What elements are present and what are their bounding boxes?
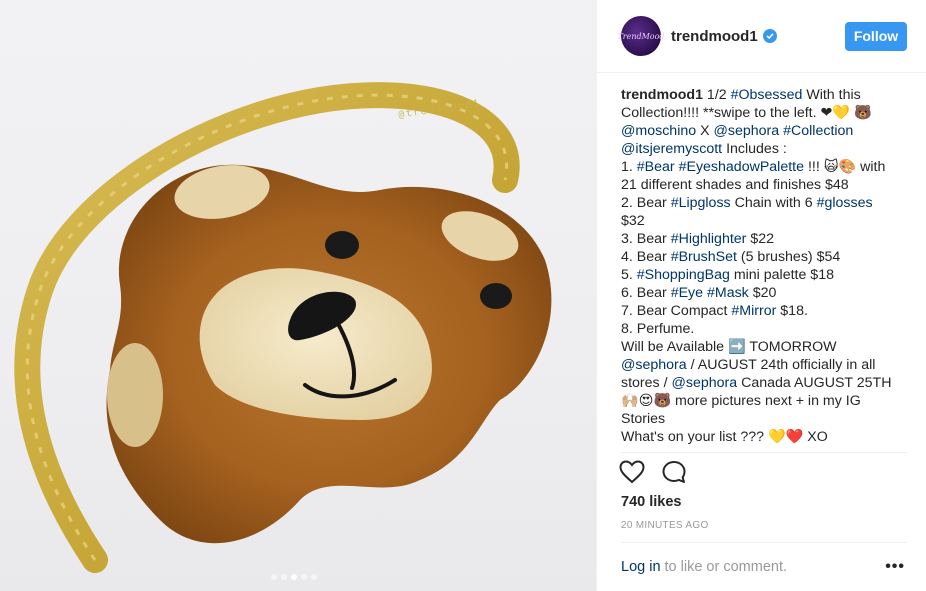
caption-text-segment: !!! 🙀🎨 with xyxy=(804,159,886,175)
caption-line: $32 xyxy=(621,212,909,230)
carousel-dot-active xyxy=(291,574,297,580)
caption-link[interactable]: @sephora xyxy=(671,375,737,391)
carousel-dot xyxy=(271,574,277,580)
caption-text-segment: 1. xyxy=(621,159,637,175)
avatar-text: TrendMood xyxy=(617,31,665,41)
like-count[interactable]: 740 likes xyxy=(621,494,681,510)
caption-text-segment: Will be Available ➡️ TOMORROW xyxy=(621,339,837,355)
caption-link[interactable]: #Lipgloss xyxy=(671,195,731,211)
caption-line: 4. Bear #BrushSet (5 brushes) $54 xyxy=(621,248,909,266)
caption-text-segment: Stories xyxy=(621,411,666,427)
caption-line: 5. #ShoppingBag mini palette $18 xyxy=(621,266,909,284)
caption-line: Stories xyxy=(621,410,909,428)
caption-area: trendmood1 1/2 #Obsessed With this Collec… xyxy=(621,86,909,448)
caption-text-segment: With this xyxy=(802,87,861,103)
caption-text-segment: stores / xyxy=(621,375,672,391)
caption-text-segment: 6. Bear xyxy=(621,285,671,301)
verified-badge-icon xyxy=(762,29,777,43)
post-photo[interactable]: @trendmood1 xyxy=(0,0,596,591)
caption-text-segment: 8. Perfume. xyxy=(621,321,695,337)
divider xyxy=(621,452,907,453)
caption-line: 8. Perfume. xyxy=(621,320,909,338)
login-link[interactable]: Log in xyxy=(621,559,661,575)
caption-text-segment: 2. Bear xyxy=(621,195,671,211)
caption-link[interactable]: @sephora xyxy=(713,123,779,139)
bear-eye-mask-image xyxy=(14,82,552,573)
caption-text-segment: mini palette $18 xyxy=(729,267,834,283)
caption-link[interactable]: #Obsessed xyxy=(731,87,803,103)
caption-text-segment: 🙌🏼😍🐻 more pictures next + in my IG xyxy=(621,393,861,409)
post-side-panel: TrendMood trendmood1 Follow trendmood1 1… xyxy=(596,0,926,591)
caption-line: Collection!!!! **swipe to the left. ❤💛 🐻 xyxy=(621,104,909,122)
carousel-dot xyxy=(301,574,307,580)
caption-line: Will be Available ➡️ TOMORROW xyxy=(621,338,909,356)
carousel-dot xyxy=(281,574,287,580)
caption-text-segment: 5. xyxy=(621,267,637,283)
caption-text-segment: ... xyxy=(621,447,633,448)
caption-link[interactable]: #Mirror xyxy=(731,303,776,319)
caption-line: @itsjeremyscott Includes : xyxy=(621,140,909,158)
caption-text-segment: Chain with 6 xyxy=(730,195,817,211)
carousel-indicator xyxy=(271,574,317,580)
carousel-dot xyxy=(311,574,317,580)
caption-line: 1. #Bear #EyeshadowPalette !!! 🙀🎨 with xyxy=(621,158,909,176)
caption-link[interactable]: #glosses xyxy=(817,195,873,211)
caption-line: 6. Bear #Eye #Mask $20 xyxy=(621,284,909,302)
caption-line: trendmood1 1/2 #Obsessed With this xyxy=(621,86,909,104)
post-header: TrendMood trendmood1 Follow xyxy=(597,0,926,73)
caption-line: 3. Bear #Highlighter $22 xyxy=(621,230,909,248)
caption-link[interactable]: @itsjeremyscott xyxy=(621,141,722,157)
caption-text-segment: What's on your list ??? 💛❤️ XO xyxy=(621,429,828,445)
caption-link[interactable]: #BrushSet xyxy=(671,249,737,265)
caption-link[interactable]: #Bear xyxy=(637,159,675,175)
more-options-button[interactable]: ••• xyxy=(885,558,905,576)
avatar[interactable]: TrendMood xyxy=(617,16,665,56)
caption-line: stores / @sephora Canada AUGUST 25TH xyxy=(621,374,909,392)
caption-text-segment: 1/2 xyxy=(702,87,731,103)
caption-text-segment: Canada AUGUST 25TH xyxy=(737,375,892,391)
caption-text-segment: $18. xyxy=(776,303,808,319)
username-link[interactable]: trendmood1 xyxy=(671,28,758,45)
post-timestamp[interactable]: 20 MINUTES AGO xyxy=(621,520,709,531)
caption-link[interactable]: #ShoppingBag xyxy=(637,267,730,283)
caption-link[interactable]: @moschino xyxy=(621,123,696,139)
caption-text-segment: Includes : xyxy=(722,141,787,157)
caption-link[interactable]: #Mask xyxy=(707,285,749,301)
caption-text-segment: X xyxy=(696,123,714,139)
login-prompt-text: to like or comment. xyxy=(664,559,788,575)
caption-line: 21 different shades and finishes $48 xyxy=(621,176,909,194)
caption-text-segment: $22 xyxy=(746,231,775,247)
caption-text-segment: 21 different shades and finishes $48 xyxy=(621,177,849,193)
caption-line: 🙌🏼😍🐻 more pictures next + in my IG xyxy=(621,392,909,410)
caption-text-segment: 7. Bear Compact xyxy=(621,303,732,319)
caption-link[interactable]: #Highlighter xyxy=(671,231,747,247)
caption-text-segment: 4. Bear xyxy=(621,249,671,265)
action-bar xyxy=(619,460,687,484)
caption-line: ... xyxy=(621,446,909,448)
caption-text: trendmood1 1/2 #Obsessed With this Collec… xyxy=(621,86,909,448)
follow-button[interactable]: Follow xyxy=(845,21,907,51)
comment-icon[interactable] xyxy=(661,460,687,484)
caption-link[interactable]: #Eye xyxy=(671,285,703,301)
comment-footer: Log in to like or comment. ••• xyxy=(621,542,907,591)
caption-text-segment: (5 brushes) $54 xyxy=(736,249,841,265)
caption-text-segment: $20 xyxy=(748,285,777,301)
caption-line: @moschino X @sephora #Collection xyxy=(621,122,909,140)
heart-icon[interactable] xyxy=(619,460,645,484)
caption-text-segment: / AUGUST 24th officially in all xyxy=(686,357,876,373)
caption-text-segment: Collection!!!! **swipe to the left. ❤💛 🐻 xyxy=(621,105,872,121)
caption-link[interactable]: #EyeshadowPalette xyxy=(679,159,804,175)
caption-line: @sephora / AUGUST 24th officially in all xyxy=(621,356,909,374)
caption-username[interactable]: trendmood1 xyxy=(621,87,703,103)
caption-text-segment: $32 xyxy=(621,213,645,229)
caption-link[interactable]: @sephora xyxy=(621,357,687,373)
caption-line: What's on your list ??? 💛❤️ XO xyxy=(621,428,909,446)
caption-line: 2. Bear #Lipgloss Chain with 6 #glosses xyxy=(621,194,909,212)
caption-text-segment: 3. Bear xyxy=(621,231,671,247)
caption-link[interactable]: #Collection xyxy=(783,123,853,139)
caption-line: 7. Bear Compact #Mirror $18. xyxy=(621,302,909,320)
